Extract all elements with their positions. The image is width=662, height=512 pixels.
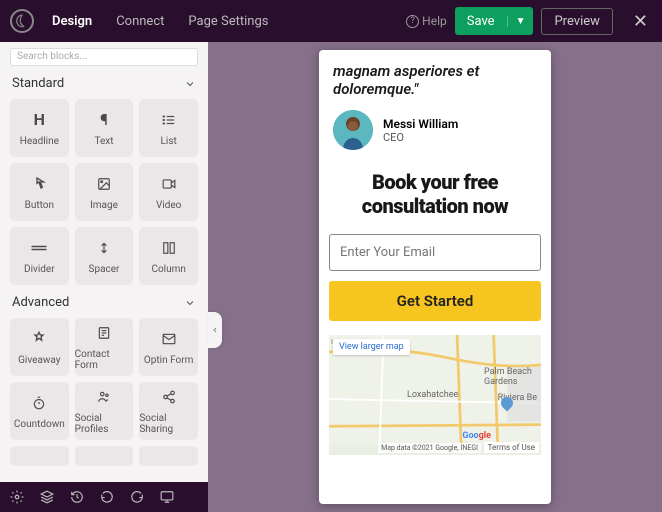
view-larger-map-link[interactable]: View larger map bbox=[333, 339, 410, 355]
mobile-preview[interactable]: magnam asperiores et doloremque." Messi … bbox=[319, 50, 551, 504]
preview-button[interactable]: Preview bbox=[541, 8, 612, 35]
block-optin-form[interactable]: Optin Form bbox=[139, 318, 198, 376]
giveaway-icon bbox=[31, 329, 47, 349]
block-countdown[interactable]: Countdown bbox=[10, 382, 69, 440]
save-button[interactable]: Save ▼ bbox=[455, 7, 534, 35]
nav-page-settings[interactable]: Page Settings bbox=[188, 14, 268, 29]
testimonial-author: Messi William CEO bbox=[329, 106, 541, 164]
form-icon bbox=[97, 323, 111, 343]
section-advanced-header[interactable]: Advanced bbox=[0, 285, 208, 318]
testimonial-quote: magnam asperiores et doloremque." bbox=[329, 62, 541, 106]
stopwatch-icon bbox=[32, 393, 46, 413]
layers-icon[interactable] bbox=[40, 490, 54, 504]
history-icon[interactable] bbox=[70, 490, 84, 504]
block-column[interactable]: Column bbox=[139, 227, 198, 285]
block-contact-form[interactable]: Contact Form bbox=[75, 318, 134, 376]
bottom-toolbar bbox=[0, 482, 208, 512]
canvas: magnam asperiores et doloremque." Messi … bbox=[208, 42, 662, 512]
block-more[interactable] bbox=[10, 446, 69, 466]
email-field[interactable] bbox=[329, 234, 541, 271]
desktop-icon[interactable] bbox=[160, 490, 174, 504]
nav-design[interactable]: Design bbox=[52, 14, 92, 29]
chevron-down-icon bbox=[184, 297, 196, 309]
block-text[interactable]: ¶Text bbox=[75, 99, 134, 157]
undo-icon[interactable] bbox=[100, 490, 114, 504]
column-icon bbox=[161, 238, 177, 258]
mail-icon bbox=[161, 329, 177, 349]
help-link[interactable]: ? Help bbox=[406, 14, 447, 28]
block-video[interactable]: Video bbox=[139, 163, 198, 221]
redo-icon[interactable] bbox=[130, 490, 144, 504]
cta-headline: Book your free consultation now bbox=[329, 170, 541, 218]
get-started-button[interactable]: Get Started bbox=[329, 281, 541, 321]
settings-icon[interactable] bbox=[10, 490, 24, 504]
divider-icon bbox=[30, 238, 48, 258]
block-list[interactable]: List bbox=[139, 99, 198, 157]
section-standard-header[interactable]: Standard bbox=[0, 66, 208, 99]
collapse-sidebar-handle[interactable] bbox=[208, 312, 222, 348]
users-icon bbox=[95, 387, 113, 407]
app-logo-icon bbox=[10, 9, 34, 33]
close-icon[interactable]: ✕ bbox=[629, 11, 652, 32]
map-terms-link[interactable]: Terms of Use bbox=[484, 442, 539, 453]
spacer-icon bbox=[97, 238, 111, 258]
block-divider[interactable]: Divider bbox=[10, 227, 69, 285]
block-more[interactable] bbox=[75, 446, 134, 466]
search-input[interactable]: Search blocks... bbox=[10, 48, 198, 66]
block-headline[interactable]: HHeadline bbox=[10, 99, 69, 157]
image-icon bbox=[96, 174, 112, 194]
list-icon bbox=[161, 110, 177, 130]
chevron-down-icon bbox=[184, 78, 196, 90]
block-spacer[interactable]: Spacer bbox=[75, 227, 134, 285]
video-icon bbox=[160, 174, 178, 194]
block-image[interactable]: Image bbox=[75, 163, 134, 221]
help-icon: ? bbox=[406, 15, 419, 28]
nav-connect[interactable]: Connect bbox=[116, 14, 164, 29]
headline-icon: H bbox=[34, 110, 45, 130]
map-embed[interactable]: nagement View larger map Loxahatchee Pal… bbox=[329, 335, 541, 455]
sidebar: Search blocks... Standard HHeadline ¶Tex… bbox=[0, 42, 208, 512]
chevron-left-icon bbox=[211, 325, 219, 335]
avatar bbox=[333, 110, 373, 150]
text-icon: ¶ bbox=[100, 110, 108, 130]
block-social-sharing[interactable]: Social Sharing bbox=[139, 382, 198, 440]
block-more[interactable] bbox=[139, 446, 198, 466]
button-icon bbox=[31, 174, 47, 194]
block-button[interactable]: Button bbox=[10, 163, 69, 221]
block-social-profiles[interactable]: Social Profiles bbox=[75, 382, 134, 440]
share-icon bbox=[162, 387, 176, 407]
google-logo: Google bbox=[462, 431, 491, 441]
block-giveaway[interactable]: Giveaway bbox=[10, 318, 69, 376]
save-dropdown-caret[interactable]: ▼ bbox=[507, 16, 534, 27]
top-bar: Design Connect Page Settings ? Help Save… bbox=[0, 0, 662, 42]
